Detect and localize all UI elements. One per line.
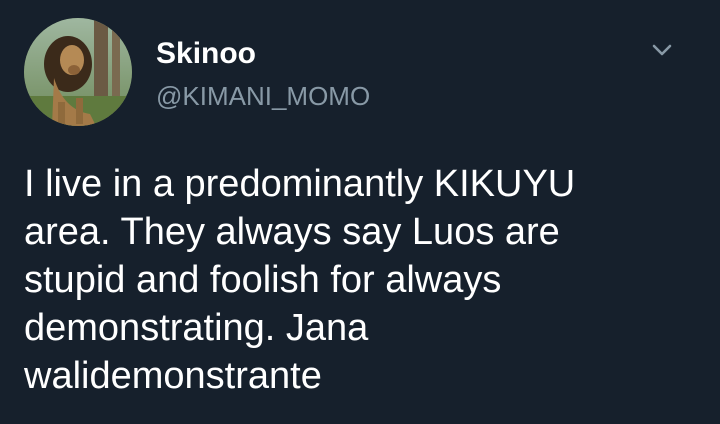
tweet-line: stupid and foolish for always (24, 259, 502, 301)
tweet-line: walidemonstrante (24, 355, 322, 397)
tweet-line: demonstrating. Jana (24, 307, 369, 349)
tweet-line: I live in a predominantly KIKUYU (24, 163, 576, 205)
tweet-menu-button[interactable] (648, 36, 676, 64)
tweet-line: area. They always say Luos are (24, 211, 560, 253)
lion-avatar-icon (24, 18, 132, 126)
chevron-down-icon (652, 44, 672, 56)
user-handle[interactable]: @KIMANI_MOMO (156, 80, 370, 112)
tweet-card: Skinoo @KIMANI_MOMO I live in a predomin… (0, 0, 720, 424)
user-avatar[interactable] (24, 18, 132, 126)
tweet-text: I live in a predominantly KIKUYU area. T… (24, 160, 704, 400)
display-name[interactable]: Skinoo (156, 36, 256, 72)
